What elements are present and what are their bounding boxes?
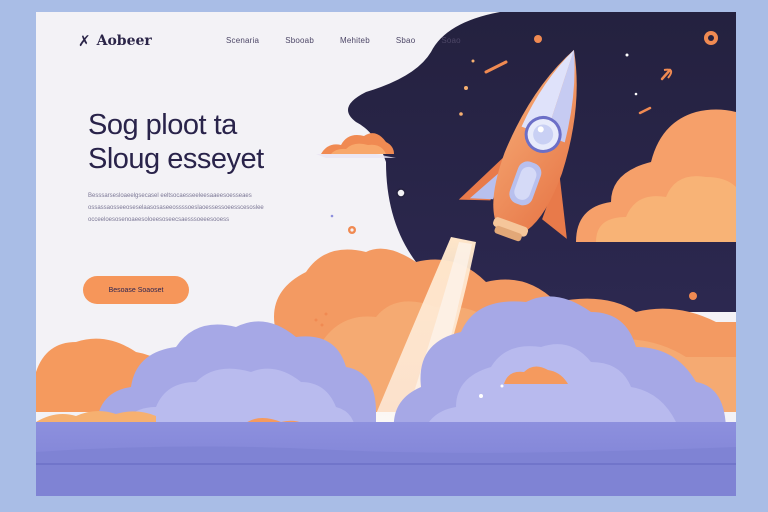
nav-item-1[interactable]: Scenaria: [226, 36, 259, 45]
top-nav: ✗ Aobeer Scenaria Sbooab Mehiteb Sbao So…: [36, 12, 736, 70]
hero-description: Besssarsesloaeelgsecasel eeltsocaesseele…: [88, 193, 264, 223]
nav-item-4[interactable]: Sbao: [396, 36, 415, 45]
nav-item-2[interactable]: Sbooab: [285, 36, 314, 45]
cta-button[interactable]: Besoase Soaoset: [83, 276, 189, 304]
brand-logo[interactable]: ✗ Aobeer: [78, 32, 152, 50]
hero-illustration: [36, 12, 736, 496]
nav-item-3[interactable]: Mehiteb: [340, 36, 370, 45]
rocket-logo-icon: ✗: [78, 32, 91, 50]
hero-title: Sog ploot ta Sloug esseyet: [88, 108, 264, 176]
landing-page: ✗ Aobeer Scenaria Sbooab Mehiteb Sbao So…: [36, 12, 736, 496]
nav-item-5[interactable]: Soao: [441, 36, 460, 45]
ground: [36, 422, 736, 496]
hero-title-line-2: Sloug esseyet: [88, 143, 264, 175]
hero-title-line-1: Sog ploot ta: [88, 109, 237, 141]
brand-name: Aobeer: [96, 33, 152, 49]
nav-menu: Scenaria Sbooab Mehiteb Sbao Soao: [226, 36, 461, 45]
